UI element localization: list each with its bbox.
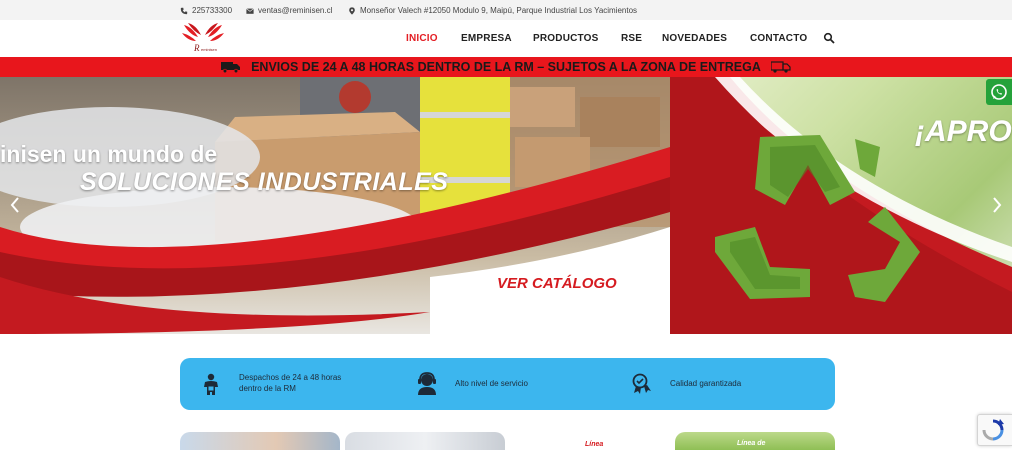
hero-title-line2: SOLUCIONES INDUSTRIALES: [80, 168, 449, 196]
phone-contact[interactable]: 225733300: [180, 6, 232, 15]
truck-icon: [221, 62, 241, 73]
search-icon[interactable]: [823, 32, 835, 44]
nav-novedades[interactable]: NOVEDADES: [662, 33, 727, 44]
location-pin-icon: [349, 6, 355, 15]
phone-icon: [180, 7, 188, 14]
nav-contacto[interactable]: CONTACTO: [750, 33, 807, 44]
hero-slide-industrial: inisen un mundo de SOLUCIONES INDUSTRIAL…: [0, 77, 670, 334]
category-card[interactable]: [180, 432, 340, 450]
shipping-banner-text: ENVIOS DE 24 A 48 HORAS DENTRO DE LA RM …: [251, 60, 761, 74]
quality-award-icon: [632, 373, 651, 394]
feature-despachos-line1: Despachos de 24 a 48 horas: [239, 373, 342, 382]
whatsapp-icon: [991, 84, 1007, 100]
nav-rse[interactable]: RSE: [621, 33, 642, 44]
svg-text:R: R: [193, 43, 200, 53]
feature-calidad: Calidad garantizada: [670, 379, 742, 388]
feature-despachos-line2: dentro de la RM: [239, 384, 296, 393]
feature-servicio: Alto nivel de servicio: [455, 379, 528, 388]
category-card[interactable]: [345, 432, 505, 450]
next-slide-title: ¡APRO: [915, 115, 1012, 148]
hero-slide-artwork: [0, 77, 670, 334]
ver-catalogo-button[interactable]: VER CATÁLOGO: [497, 275, 617, 292]
nav-empresa[interactable]: EMPRESA: [461, 33, 512, 44]
delivery-person-icon: [204, 373, 218, 395]
truck-icon: [770, 61, 791, 73]
nav-productos[interactable]: PRODUCTOS: [533, 33, 599, 44]
whatsapp-button[interactable]: [986, 79, 1012, 105]
category-card-label: Línea de: [737, 440, 766, 447]
svg-text:eminisen: eminisen: [201, 47, 217, 52]
features-strip: Despachos de 24 a 48 horas dentro de la …: [180, 358, 835, 410]
recaptcha-badge[interactable]: [977, 414, 1012, 446]
address-contact: Monseñor Valech #12050 Modulo 9, Maipú, …: [348, 6, 637, 15]
mail-icon: [246, 7, 254, 14]
category-card-label: Línea: [585, 441, 604, 448]
email-address: ventas@reminisen.cl: [258, 6, 333, 15]
slider-prev-arrow-icon[interactable]: [8, 195, 22, 215]
top-info-bar: 225733300 ventas@reminisen.cl Monseñor V…: [0, 0, 1012, 20]
hero-slider: inisen un mundo de SOLUCIONES INDUSTRIAL…: [0, 77, 1012, 334]
customer-service-icon: [418, 372, 436, 395]
nav-inicio[interactable]: INICIO: [406, 33, 438, 44]
address-text: Monseñor Valech #12050 Modulo 9, Maipú, …: [360, 6, 638, 15]
company-logo[interactable]: R eminisen: [180, 21, 226, 55]
category-card[interactable]: Línea: [510, 432, 670, 450]
shipping-banner: ENVIOS DE 24 A 48 HORAS DENTRO DE LA RM …: [0, 57, 1012, 77]
category-card[interactable]: Línea de: [675, 432, 835, 450]
slider-next-arrow-icon[interactable]: [990, 195, 1004, 215]
recaptcha-icon: [982, 419, 1004, 441]
phone-number: 225733300: [192, 6, 233, 15]
email-contact[interactable]: ventas@reminisen.cl: [246, 6, 332, 15]
hero-title-line1: inisen un mundo de: [0, 141, 218, 167]
